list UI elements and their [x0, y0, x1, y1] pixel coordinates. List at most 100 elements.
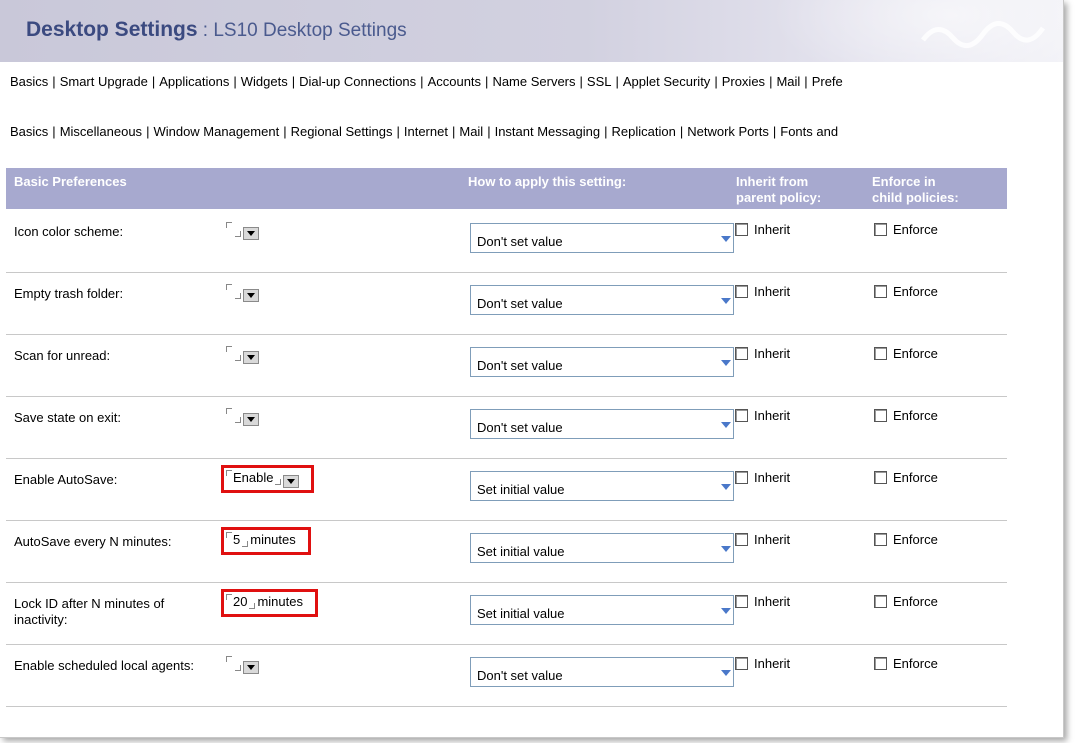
primary-tab-6[interactable]: Name Servers [488, 74, 579, 89]
inherit-checkbox[interactable]: Inherit [735, 346, 790, 361]
checkbox-icon[interactable] [874, 471, 887, 485]
setting-value-dropdown[interactable] [226, 656, 259, 675]
field-corner-icon [226, 532, 232, 538]
dropdown-arrow-icon[interactable] [243, 227, 259, 241]
primary-tab-1[interactable]: Smart Upgrade [56, 74, 152, 89]
chevron-down-icon[interactable] [719, 472, 733, 500]
secondary-tab-2[interactable]: Window Management [149, 124, 283, 139]
enforce-checkbox[interactable]: Enforce [874, 222, 938, 237]
enforce-checkbox[interactable]: Enforce [874, 346, 938, 361]
checkbox-icon[interactable] [735, 471, 748, 485]
chevron-down-icon[interactable] [719, 224, 733, 252]
apply-setting-value: Don't set value [477, 358, 563, 373]
setting-value-field[interactable]: 5 minutes [221, 527, 311, 555]
checkbox-icon[interactable] [874, 409, 887, 423]
inherit-checkbox[interactable]: Inherit [735, 532, 790, 547]
secondary-tab-7[interactable]: Replication [608, 124, 680, 139]
inherit-checkbox[interactable]: Inherit [735, 656, 790, 671]
secondary-tab-1[interactable]: Miscellaneous [56, 124, 146, 139]
apply-setting-select[interactable]: Set initial value [470, 471, 734, 501]
apply-setting-select[interactable]: Set initial value [470, 533, 734, 563]
dropdown-arrow-icon[interactable] [243, 661, 259, 675]
inherit-checkbox[interactable]: Inherit [735, 222, 790, 237]
enforce-checkbox[interactable]: Enforce [874, 470, 938, 485]
header-how-to-apply: How to apply this setting: [468, 174, 627, 189]
apply-setting-select[interactable]: Don't set value [470, 347, 734, 377]
inherit-checkbox[interactable]: Inherit [735, 408, 790, 423]
checkbox-icon[interactable] [735, 657, 748, 671]
enforce-checkbox[interactable]: Enforce [874, 594, 938, 609]
secondary-tab-0[interactable]: Basics [6, 124, 52, 139]
setting-value-dropdown[interactable] [226, 346, 259, 365]
secondary-tab-3[interactable]: Regional Settings [287, 124, 397, 139]
secondary-tab-6[interactable]: Instant Messaging [491, 124, 605, 139]
setting-value-dropdown[interactable] [226, 408, 259, 427]
apply-setting-select[interactable]: Set initial value [470, 595, 734, 625]
inherit-checkbox[interactable]: Inherit [735, 470, 790, 485]
inherit-checkbox[interactable]: Inherit [735, 284, 790, 299]
chevron-down-icon[interactable] [719, 534, 733, 562]
dropdown-arrow-icon[interactable] [243, 413, 259, 427]
checkbox-icon[interactable] [735, 409, 748, 423]
dropdown-arrow-icon[interactable] [283, 475, 300, 489]
primary-tab-9[interactable]: Proxies [718, 74, 769, 89]
inherit-checkbox[interactable]: Inherit [735, 594, 790, 609]
checkbox-icon[interactable] [735, 223, 748, 237]
dropdown-arrow-icon[interactable] [243, 289, 259, 303]
setting-unit: minutes [257, 594, 303, 609]
apply-setting-select[interactable]: Don't set value [470, 285, 734, 315]
setting-label: Save state on exit: [14, 410, 121, 425]
field-corner-icon [226, 284, 232, 290]
primary-tab-10[interactable]: Mail [772, 74, 804, 89]
checkbox-icon[interactable] [874, 595, 887, 609]
setting-value-dropdown[interactable] [226, 284, 259, 303]
setting-value-dropdown[interactable] [226, 222, 259, 241]
enforce-checkbox[interactable]: Enforce [874, 284, 938, 299]
chevron-down-icon[interactable] [719, 286, 733, 314]
checkbox-icon[interactable] [735, 285, 748, 299]
primary-tab-0[interactable]: Basics [6, 74, 52, 89]
apply-setting-value: Don't set value [477, 420, 563, 435]
setting-value-field[interactable]: 20 minutes [221, 589, 318, 617]
setting-row: Icon color scheme: Don't set value Inherit… [6, 210, 1007, 273]
inherit-label: Inherit [754, 656, 791, 671]
primary-tab-4[interactable]: Dial-up Connections [295, 74, 420, 89]
checkbox-icon[interactable] [874, 223, 887, 237]
apply-setting-select[interactable]: Don't set value [470, 409, 734, 439]
secondary-tab-5[interactable]: Mail [455, 124, 487, 139]
apply-setting-select[interactable]: Don't set value [470, 223, 734, 253]
enforce-checkbox[interactable]: Enforce [874, 532, 938, 547]
primary-tab-8[interactable]: Applet Security [619, 74, 714, 89]
checkbox-icon[interactable] [874, 285, 887, 299]
primary-tab-5[interactable]: Accounts [424, 74, 485, 89]
header-inherit-line1: Inherit from [736, 174, 809, 189]
secondary-tab-9[interactable]: Fonts and [776, 124, 842, 139]
checkbox-icon[interactable] [874, 533, 887, 547]
page-title-sub: : LS10 Desktop Settings [197, 20, 407, 41]
setting-value-dropdown[interactable]: Enable [220, 465, 315, 493]
secondary-tab-4[interactable]: Internet [400, 124, 452, 139]
checkbox-icon[interactable] [735, 533, 748, 547]
chevron-down-icon[interactable] [719, 596, 733, 624]
banner-swirl-graphic [921, 21, 1046, 48]
checkbox-icon[interactable] [735, 595, 748, 609]
checkbox-icon[interactable] [874, 347, 887, 361]
primary-tab-7[interactable]: SSL [583, 74, 616, 89]
dropdown-arrow-icon[interactable] [243, 351, 259, 365]
settings-frame: Desktop Settings : LS10 Desktop Settings… [0, 0, 1064, 738]
chevron-down-icon[interactable] [719, 348, 733, 376]
field-corner-icon [242, 541, 249, 547]
setting-row: AutoSave every N minutes: 5 minutes Set ini… [6, 520, 1007, 583]
primary-tab-3[interactable]: Widgets [237, 74, 292, 89]
checkbox-icon[interactable] [874, 657, 887, 671]
enforce-checkbox[interactable]: Enforce [874, 408, 938, 423]
setting-label: Enable AutoSave: [14, 472, 118, 487]
checkbox-icon[interactable] [735, 347, 748, 361]
enforce-checkbox[interactable]: Enforce [874, 656, 938, 671]
chevron-down-icon[interactable] [719, 658, 733, 686]
apply-setting-select[interactable]: Don't set value [470, 657, 734, 687]
secondary-tab-8[interactable]: Network Ports [683, 124, 773, 139]
primary-tab-11[interactable]: Prefe [808, 74, 847, 89]
primary-tab-2[interactable]: Applications [155, 74, 233, 89]
chevron-down-icon[interactable] [719, 410, 733, 438]
